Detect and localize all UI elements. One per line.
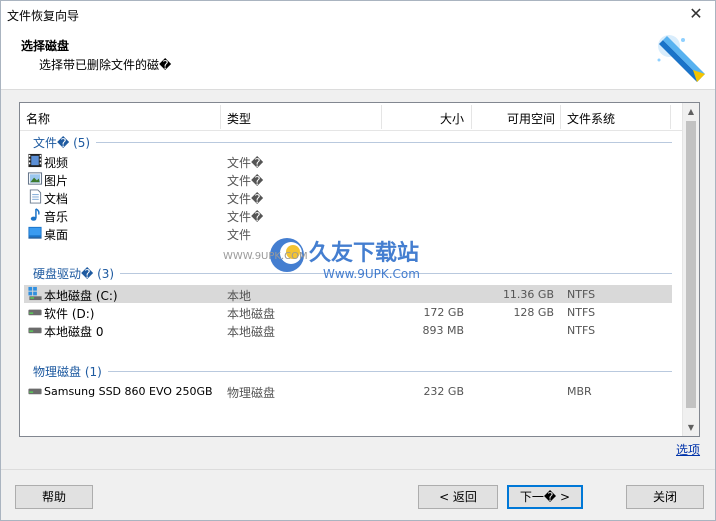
table-row[interactable]: 本地磁盘 0 本地磁盘 893 MB NTFS	[24, 321, 672, 339]
group-physical-disks: 物理磁盘 (1)	[20, 361, 682, 381]
list-item[interactable]: 视频 文件�	[24, 152, 672, 170]
drive-name: 本地磁盘 0	[44, 325, 104, 339]
drive-name: 本地磁盘 (C:)	[44, 289, 118, 303]
scroll-down-icon[interactable]: ▼	[683, 419, 699, 436]
column-size[interactable]: 大小	[390, 110, 464, 127]
item-name: 文档	[44, 192, 69, 206]
drive-fs: NTFS	[567, 306, 596, 319]
document-icon	[29, 189, 42, 204]
page-subtitle: 选择带已删除文件的磁�	[39, 58, 172, 72]
drive-size: 893 MB	[422, 324, 464, 337]
scroll-up-icon[interactable]: ▲	[683, 103, 699, 120]
disk-name: Samsung SSD 860 EVO 250GB	[44, 385, 213, 398]
list-item[interactable]: 音乐 文件�	[24, 206, 672, 224]
wizard-header: 选择磁盘 选择带已删除文件的磁�	[1, 28, 715, 90]
item-name: 桌面	[44, 228, 69, 242]
drive-size: 172 GB	[423, 306, 464, 319]
wizard-window: 文件恢复向导 ✕ 选择磁盘 选择带已删除文件的磁� 名称 类型 大小 可用空间 …	[0, 0, 716, 521]
drive-type: 本地磁盘	[227, 325, 276, 339]
drive-icon	[28, 388, 42, 395]
drive-free: 11.36 GB	[502, 288, 554, 301]
video-icon	[28, 153, 42, 168]
column-type[interactable]: 类型	[227, 110, 251, 127]
scroll-thumb[interactable]	[686, 121, 696, 408]
watermark-url: Www.9UPK.Com	[323, 267, 420, 281]
drive-fs: NTFS	[567, 288, 596, 301]
watermark-brand: 久友下载站	[309, 241, 420, 266]
magic-wand-icon	[657, 35, 705, 82]
drive-free: 128 GB	[513, 306, 554, 319]
windows-drive-icon	[28, 286, 42, 301]
table-row[interactable]: Samsung SSD 860 EVO 250GB 物理磁盘 232 GB MB…	[24, 382, 672, 400]
watermark: WWW.9UPK.COM 久友下载站 Www.9UPK.Com	[223, 231, 483, 291]
drive-type: 本地磁盘	[227, 307, 276, 321]
group-folders-label: 文件� (5)	[33, 134, 97, 151]
disk-type: 物理磁盘	[227, 386, 276, 400]
column-free-space[interactable]: 可用空间	[480, 110, 555, 127]
item-type: 文件�	[227, 156, 264, 170]
group-folders: 文件� (5)	[20, 132, 682, 152]
options-link[interactable]: 选项	[676, 441, 700, 458]
group-hard-drives-label: 硬盘驱动� (3)	[33, 265, 121, 282]
vertical-scrollbar[interactable]: ▲ ▼	[682, 103, 699, 436]
drive-icon	[28, 327, 42, 334]
next-button[interactable]: 下一� >	[507, 485, 583, 509]
watermark-url-small: WWW.9UPK.COM	[223, 251, 308, 262]
drive-name: 软件 (D:)	[44, 307, 95, 321]
item-type: 文件�	[227, 174, 264, 188]
help-button[interactable]: 帮助	[15, 485, 93, 509]
title-bar: 文件恢复向导 ✕	[1, 1, 715, 28]
item-type: 文件�	[227, 210, 264, 224]
picture-icon	[27, 172, 43, 185]
close-icon[interactable]: ✕	[681, 2, 711, 26]
drive-fs: NTFS	[567, 324, 596, 337]
item-name: 图片	[44, 174, 69, 188]
column-name[interactable]: 名称	[26, 110, 50, 127]
list-item[interactable]: 图片 文件�	[24, 170, 672, 188]
page-title: 选择磁盘	[21, 39, 70, 53]
back-button[interactable]: < 返回	[418, 485, 498, 509]
column-filesystem[interactable]: 文件系统	[567, 110, 615, 127]
footer-divider	[1, 469, 715, 470]
disk-size: 232 GB	[423, 385, 464, 398]
drive-icon	[28, 309, 42, 316]
item-name: 音乐	[44, 210, 69, 224]
column-header: 名称 类型 大小 可用空间 文件系统	[20, 103, 682, 131]
close-button[interactable]: 关闭	[626, 485, 704, 509]
list-item[interactable]: 文档 文件�	[24, 188, 672, 206]
item-name: 视频	[44, 156, 69, 170]
music-icon	[30, 208, 40, 221]
desktop-icon	[28, 226, 42, 239]
table-row[interactable]: 软件 (D:) 本地磁盘 172 GB 128 GB NTFS	[24, 303, 672, 321]
disk-fs: MBR	[567, 385, 592, 398]
group-physical-disks-label: 物理磁盘 (1)	[33, 363, 108, 380]
window-title: 文件恢复向导	[7, 9, 80, 23]
item-type: 文件�	[227, 192, 264, 206]
